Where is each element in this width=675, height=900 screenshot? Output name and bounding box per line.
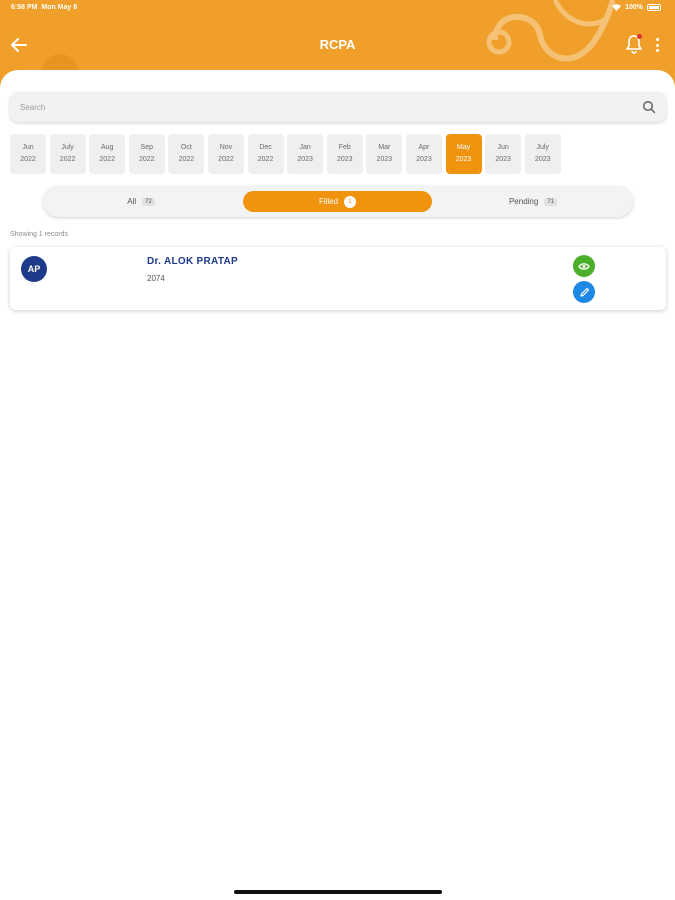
month-chip[interactable]: Oct 2022 bbox=[168, 134, 205, 174]
notification-dot bbox=[637, 34, 642, 39]
doctor-code: 2074 bbox=[147, 274, 165, 283]
doctor-record-card[interactable]: AP Dr. ALOK PRATAP 2074 bbox=[10, 247, 666, 310]
home-indicator[interactable] bbox=[234, 890, 442, 894]
tab-pending-label: Pending bbox=[508, 197, 539, 206]
search-bar[interactable] bbox=[10, 92, 666, 122]
status-time: 6:58 PM Mon May 8 bbox=[11, 4, 78, 11]
avatar: AP bbox=[21, 256, 47, 282]
month-label: Mar bbox=[378, 144, 391, 151]
more-options-button[interactable] bbox=[650, 35, 664, 55]
records-count-note: Showing 1 records bbox=[10, 231, 68, 238]
month-year: 2023 bbox=[455, 156, 472, 163]
edit-button[interactable] bbox=[573, 281, 595, 303]
tab-all-count: 72 bbox=[142, 197, 155, 206]
month-year: 2023 bbox=[376, 156, 393, 163]
month-label: Jun bbox=[497, 144, 509, 151]
month-year: 2022 bbox=[218, 156, 234, 163]
month-year: 2023 bbox=[336, 156, 353, 163]
view-button[interactable] bbox=[573, 255, 595, 277]
tab-pending[interactable]: Pending 71 bbox=[435, 191, 631, 212]
month-chip[interactable]: Mar 2023 bbox=[366, 134, 403, 174]
more-vertical-icon bbox=[655, 38, 659, 41]
month-label: Apr bbox=[418, 144, 430, 151]
month-year: 2023 bbox=[297, 156, 313, 163]
tab-filled[interactable]: Filled 1 bbox=[243, 191, 432, 212]
month-chip[interactable]: Jun 2023 bbox=[485, 134, 522, 174]
month-chip[interactable]: Feb 2023 bbox=[326, 134, 363, 174]
month-label: Jan bbox=[299, 144, 311, 151]
month-label: July bbox=[61, 144, 74, 151]
month-year: 2023 bbox=[495, 156, 511, 163]
eye-icon bbox=[578, 262, 590, 270]
month-selector: Jun 2022 July 2022 Aug 2022 Sep 2022 Oct 2022 Nov 2… bbox=[10, 134, 561, 174]
month-chip[interactable]: Aug 2022 bbox=[89, 134, 126, 174]
tab-all[interactable]: All 72 bbox=[43, 191, 239, 212]
month-year: 2022 bbox=[99, 156, 115, 163]
month-label: Oct bbox=[180, 144, 192, 151]
month-chip[interactable]: July 2023 bbox=[524, 134, 561, 174]
month-label: Feb bbox=[338, 144, 351, 151]
search-icon[interactable] bbox=[642, 100, 656, 114]
month-year: 2022 bbox=[59, 156, 76, 163]
doctor-name: Dr. ALOK PRATAP bbox=[147, 256, 238, 267]
month-label: Jun bbox=[22, 144, 34, 151]
notifications-button[interactable] bbox=[625, 34, 645, 56]
search-input[interactable] bbox=[20, 102, 642, 112]
month-chip[interactable]: July 2022 bbox=[49, 134, 86, 174]
month-label: Nov bbox=[219, 144, 233, 151]
status-indicators: 100% bbox=[612, 4, 661, 11]
battery-icon bbox=[647, 4, 661, 11]
month-chip[interactable]: Apr 2023 bbox=[405, 134, 442, 174]
month-year: 2023 bbox=[534, 156, 551, 163]
pencil-icon bbox=[579, 287, 589, 297]
month-chip[interactable]: Sep 2022 bbox=[128, 134, 165, 174]
month-chip[interactable]: Nov 2022 bbox=[207, 134, 244, 174]
page-title: RCPA bbox=[319, 37, 356, 52]
tab-filled-count: 1 bbox=[344, 195, 357, 208]
battery-percent: 100% bbox=[625, 4, 643, 11]
tab-pending-count: 71 bbox=[544, 197, 558, 206]
status-filter-tabs: All 72 Filled 1 Pending 71 bbox=[43, 186, 633, 217]
month-label: Sep bbox=[140, 144, 154, 151]
month-year: 2022 bbox=[257, 156, 274, 163]
wifi-icon bbox=[612, 4, 622, 11]
month-chip[interactable]: May 2023 bbox=[445, 134, 482, 174]
month-label: July bbox=[536, 144, 549, 151]
tab-filled-label: Filled bbox=[318, 197, 339, 206]
month-chip[interactable]: Dec 2022 bbox=[247, 134, 284, 174]
month-year: 2023 bbox=[416, 156, 432, 163]
status-bar: 6:58 PM Mon May 8 100% bbox=[0, 0, 675, 16]
month-chip[interactable]: Jan 2023 bbox=[287, 134, 324, 174]
tab-all-label: All bbox=[127, 197, 137, 206]
month-year: 2022 bbox=[20, 156, 36, 163]
month-label: Dec bbox=[259, 144, 272, 151]
month-year: 2022 bbox=[178, 156, 195, 163]
month-chip[interactable]: Jun 2022 bbox=[10, 134, 46, 174]
month-year: 2022 bbox=[138, 156, 155, 163]
month-label: May bbox=[456, 144, 471, 151]
month-label: Aug bbox=[100, 144, 114, 151]
